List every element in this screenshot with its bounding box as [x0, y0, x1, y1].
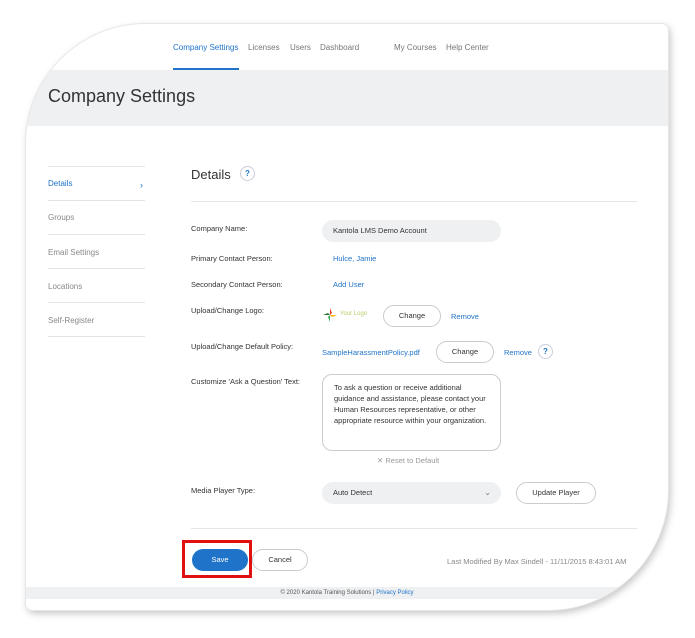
company-name-field[interactable]: Kantola LMS Demo Account	[322, 220, 501, 242]
company-name-label: Company Name:	[191, 224, 248, 233]
sidebar-item-groups[interactable]: Groups	[48, 213, 74, 222]
nav-licenses[interactable]: Licenses	[248, 43, 280, 52]
add-user-link[interactable]: Add User	[333, 280, 364, 289]
logo-remove-link[interactable]: Remove	[451, 312, 479, 321]
app-window: Company Settings Licenses Users Dashboar…	[26, 24, 668, 610]
divider	[191, 201, 637, 202]
page-frame: Company Settings Licenses Users Dashboar…	[26, 24, 668, 610]
logo-icon	[323, 308, 337, 322]
ask-question-label: Customize 'Ask a Question' Text:	[191, 377, 301, 386]
sidebar-item-details[interactable]: Details	[48, 179, 72, 188]
nav-my-courses[interactable]: My Courses	[394, 43, 437, 52]
policy-file-link[interactable]: SampleHarassmentPolicy.pdf	[322, 348, 420, 357]
policy-change-button[interactable]: Change	[436, 341, 494, 363]
section-title: Details	[191, 167, 231, 182]
logo-label: Upload/Change Logo:	[191, 306, 264, 315]
sidebar-divider	[48, 200, 145, 201]
privacy-policy-link[interactable]: Privacy Policy	[376, 590, 413, 596]
nav-help-center[interactable]: Help Center	[446, 43, 489, 52]
chevron-right-icon: ›	[140, 180, 143, 190]
reset-to-default-link[interactable]: ✕ Reset to Default	[377, 456, 439, 465]
sidebar-divider	[48, 336, 145, 337]
divider	[191, 528, 637, 529]
sidebar-divider	[48, 166, 145, 167]
ask-question-textarea[interactable]: To ask a question or receive additional …	[322, 374, 501, 451]
help-icon[interactable]: ?	[240, 166, 255, 181]
page-title: Company Settings	[48, 86, 196, 106]
reset-label: Reset to Default	[385, 456, 440, 465]
top-nav: Company Settings Licenses Users Dashboar…	[26, 24, 668, 70]
media-player-label: Media Player Type:	[191, 486, 256, 495]
chevron-down-icon: ⌄	[484, 488, 491, 497]
sidebar-divider	[48, 234, 145, 235]
primary-contact-link[interactable]: Hulce, Jamie	[333, 254, 376, 263]
nav-company-settings[interactable]: Company Settings	[173, 43, 238, 52]
save-button[interactable]: Save	[192, 549, 248, 571]
company-logo: Your Logo	[322, 307, 368, 323]
nav-dashboard[interactable]: Dashboard	[320, 43, 359, 52]
sidebar-item-locations[interactable]: Locations	[48, 282, 82, 291]
logo-text: Your Logo	[340, 311, 368, 317]
sidebar-divider	[48, 302, 145, 303]
sidebar-item-email-settings[interactable]: Email Settings	[48, 248, 99, 257]
nav-users[interactable]: Users	[290, 43, 311, 52]
sidebar-item-self-register[interactable]: Self-Register	[48, 316, 94, 325]
footer-copyright: © 2020 Kantola Training Solutions |	[280, 590, 375, 596]
policy-remove-link[interactable]: Remove	[504, 348, 532, 357]
policy-label: Upload/Change Default Policy:	[191, 342, 294, 351]
title-band: Company Settings	[26, 70, 668, 126]
media-player-value: Auto Detect	[333, 488, 373, 497]
footer: © 2020 Kantola Training Solutions | Priv…	[26, 587, 668, 599]
primary-contact-label: Primary Contact Person:	[191, 254, 273, 263]
help-icon[interactable]: ?	[538, 344, 553, 359]
update-player-button[interactable]: Update Player	[516, 482, 596, 504]
logo-change-button[interactable]: Change	[383, 305, 441, 327]
sidebar-divider	[48, 268, 145, 269]
cancel-button[interactable]: Cancel	[252, 549, 308, 571]
media-player-select[interactable]: Auto Detect ⌄	[322, 482, 501, 504]
last-modified-text: Last Modified By Max Sindell - 11/11/201…	[447, 557, 627, 566]
secondary-contact-label: Secondary Contact Person:	[191, 280, 283, 289]
